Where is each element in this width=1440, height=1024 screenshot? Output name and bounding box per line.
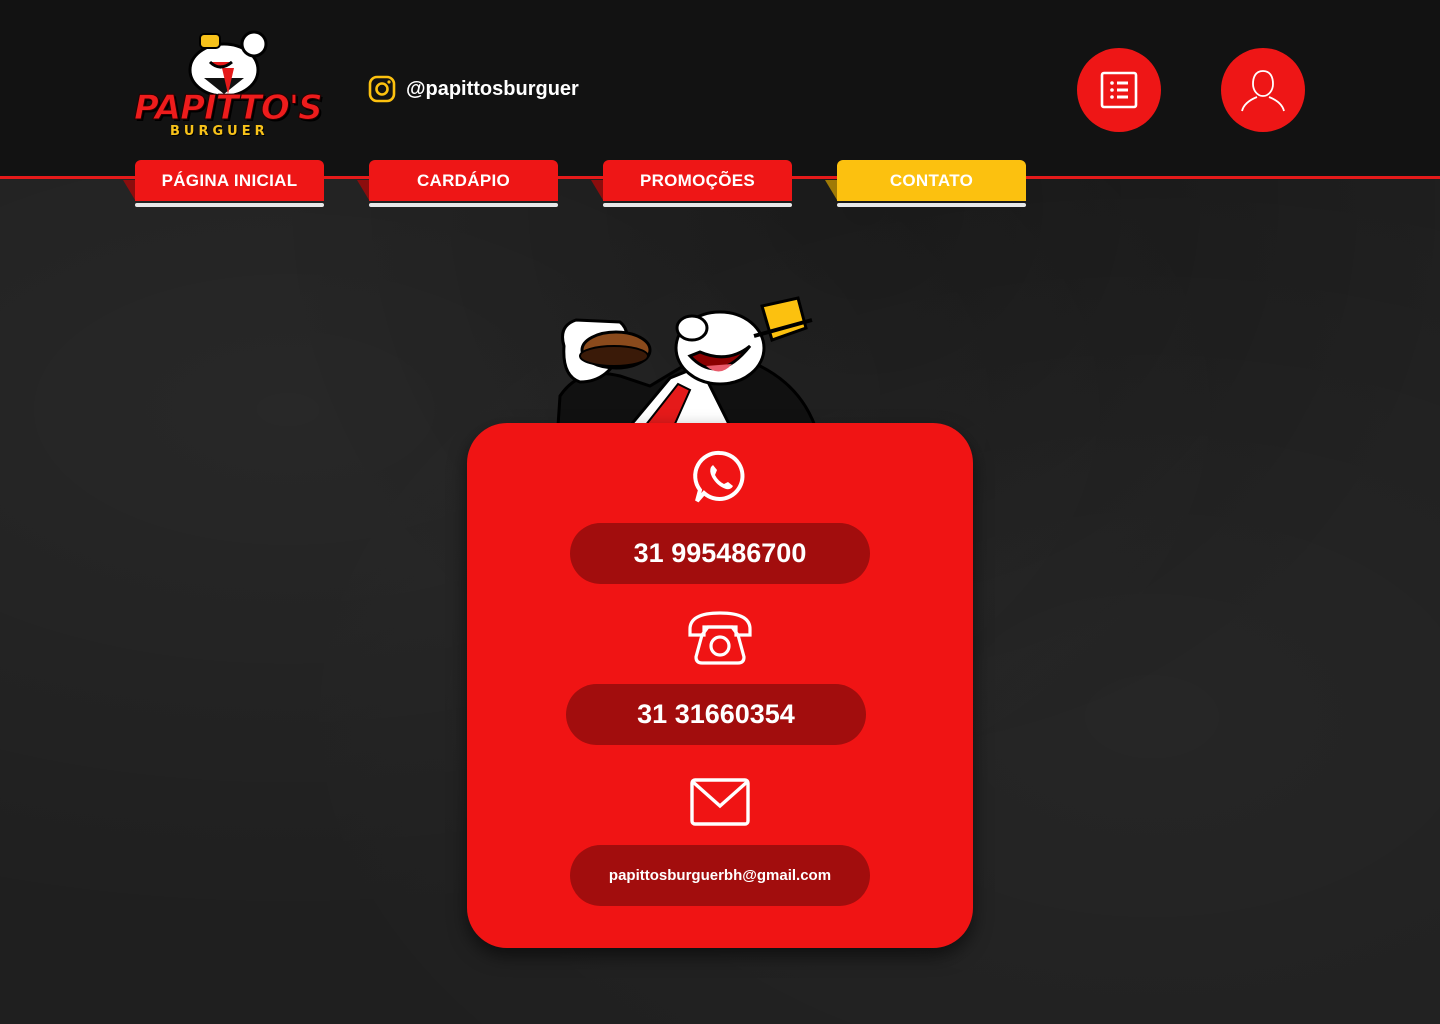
tab-fold: [357, 180, 369, 200]
brand-logo[interactable]: PAPITTO'S BURGUER: [130, 28, 323, 144]
user-account-button[interactable]: [1221, 48, 1305, 132]
tab-label: CARDÁPIO: [369, 160, 558, 201]
tab-label: CONTATO: [837, 160, 1026, 201]
tab-promocoes[interactable]: PROMOÇÕES: [591, 160, 792, 208]
tab-underline: [603, 203, 792, 207]
tab-contato[interactable]: CONTATO: [825, 160, 1026, 208]
telephone-icon: [688, 611, 752, 665]
instagram-icon: [368, 75, 396, 103]
tab-label: PÁGINA INICIAL: [135, 160, 324, 201]
whatsapp-icon: [693, 450, 745, 503]
mascot-eating-burger-icon: [556, 296, 817, 426]
user-icon: [1241, 70, 1285, 112]
instagram-handle: @papittosburguer: [406, 77, 579, 100]
tab-cardapio[interactable]: CARDÁPIO: [357, 160, 558, 208]
mail-icon: [690, 778, 750, 826]
tab-pagina-inicial[interactable]: PÁGINA INICIAL: [123, 160, 324, 208]
tab-label: PROMOÇÕES: [603, 160, 792, 201]
brand-name: PAPITTO'S: [134, 88, 324, 129]
tab-fold: [591, 180, 603, 200]
phone-number[interactable]: 31 31660354: [566, 684, 866, 745]
brand-subtitle: BURGUER: [170, 124, 269, 139]
list-icon: [1100, 71, 1138, 109]
email-address[interactable]: papittosburguerbh@gmail.com: [570, 845, 870, 906]
contact-card: 31 995486700 31 31660354 papittosburguer…: [467, 423, 973, 948]
menu-list-button[interactable]: [1077, 48, 1161, 132]
tab-underline: [369, 203, 558, 207]
whatsapp-number[interactable]: 31 995486700: [570, 523, 870, 584]
tab-fold: [123, 180, 135, 200]
tab-underline: [837, 203, 1026, 207]
instagram-link[interactable]: @papittosburguer: [368, 74, 579, 104]
tab-fold: [825, 180, 837, 200]
tab-underline: [135, 203, 324, 207]
top-header: PAPITTO'S BURGUER @papittosburguer: [0, 0, 1440, 177]
